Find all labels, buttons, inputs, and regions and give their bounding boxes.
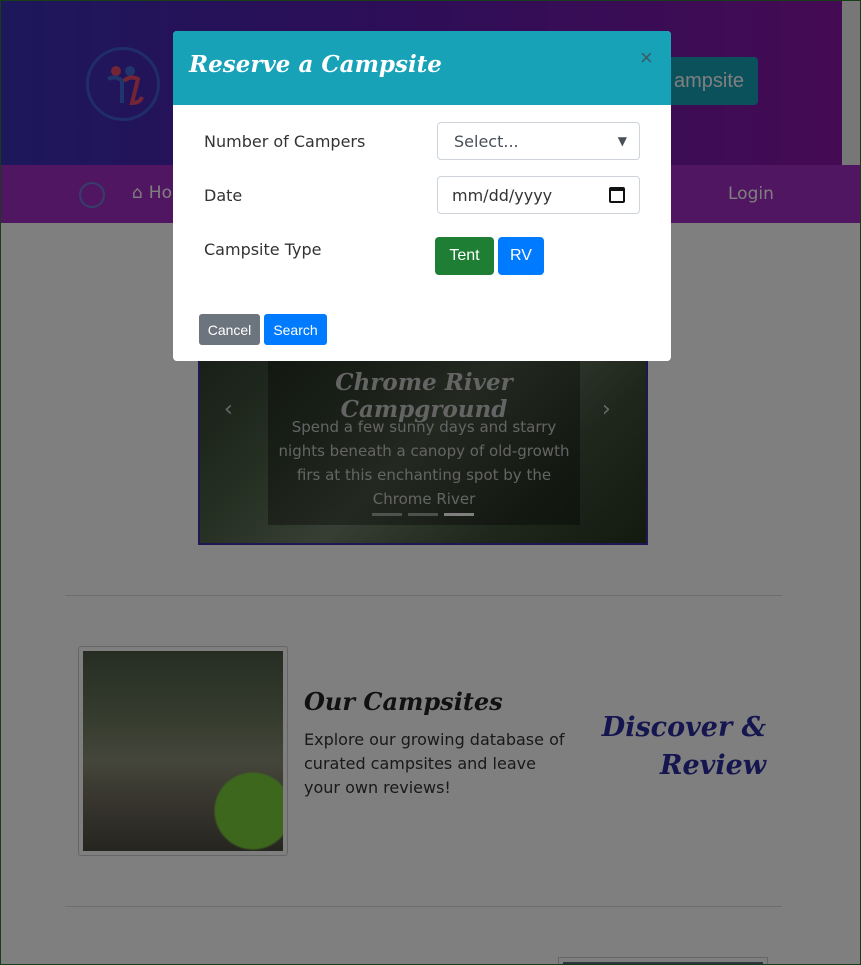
reserve-campsite-modal: Reserve a Campsite × Number of Campers S… <box>173 31 671 361</box>
modal-title: Reserve a Campsite <box>189 51 442 78</box>
modal-header: Reserve a Campsite × <box>173 31 671 105</box>
tent-button[interactable]: Tent <box>435 237 494 275</box>
chevron-down-icon: ▼ <box>617 134 627 148</box>
close-icon[interactable]: × <box>640 47 653 69</box>
campers-label: Number of Campers <box>204 132 366 151</box>
search-button[interactable]: Search <box>264 314 327 345</box>
campsite-type-label: Campsite Type <box>204 240 322 259</box>
calendar-icon[interactable] <box>609 187 625 203</box>
rv-button[interactable]: RV <box>498 237 544 275</box>
date-input[interactable]: mm/dd/yyyy <box>437 176 640 214</box>
cancel-button[interactable]: Cancel <box>199 314 260 345</box>
date-input-placeholder: mm/dd/yyyy <box>452 185 553 205</box>
campers-select-value: Select... <box>454 131 519 151</box>
campers-select[interactable]: Select... ▼ <box>437 122 640 160</box>
date-label: Date <box>204 186 243 205</box>
